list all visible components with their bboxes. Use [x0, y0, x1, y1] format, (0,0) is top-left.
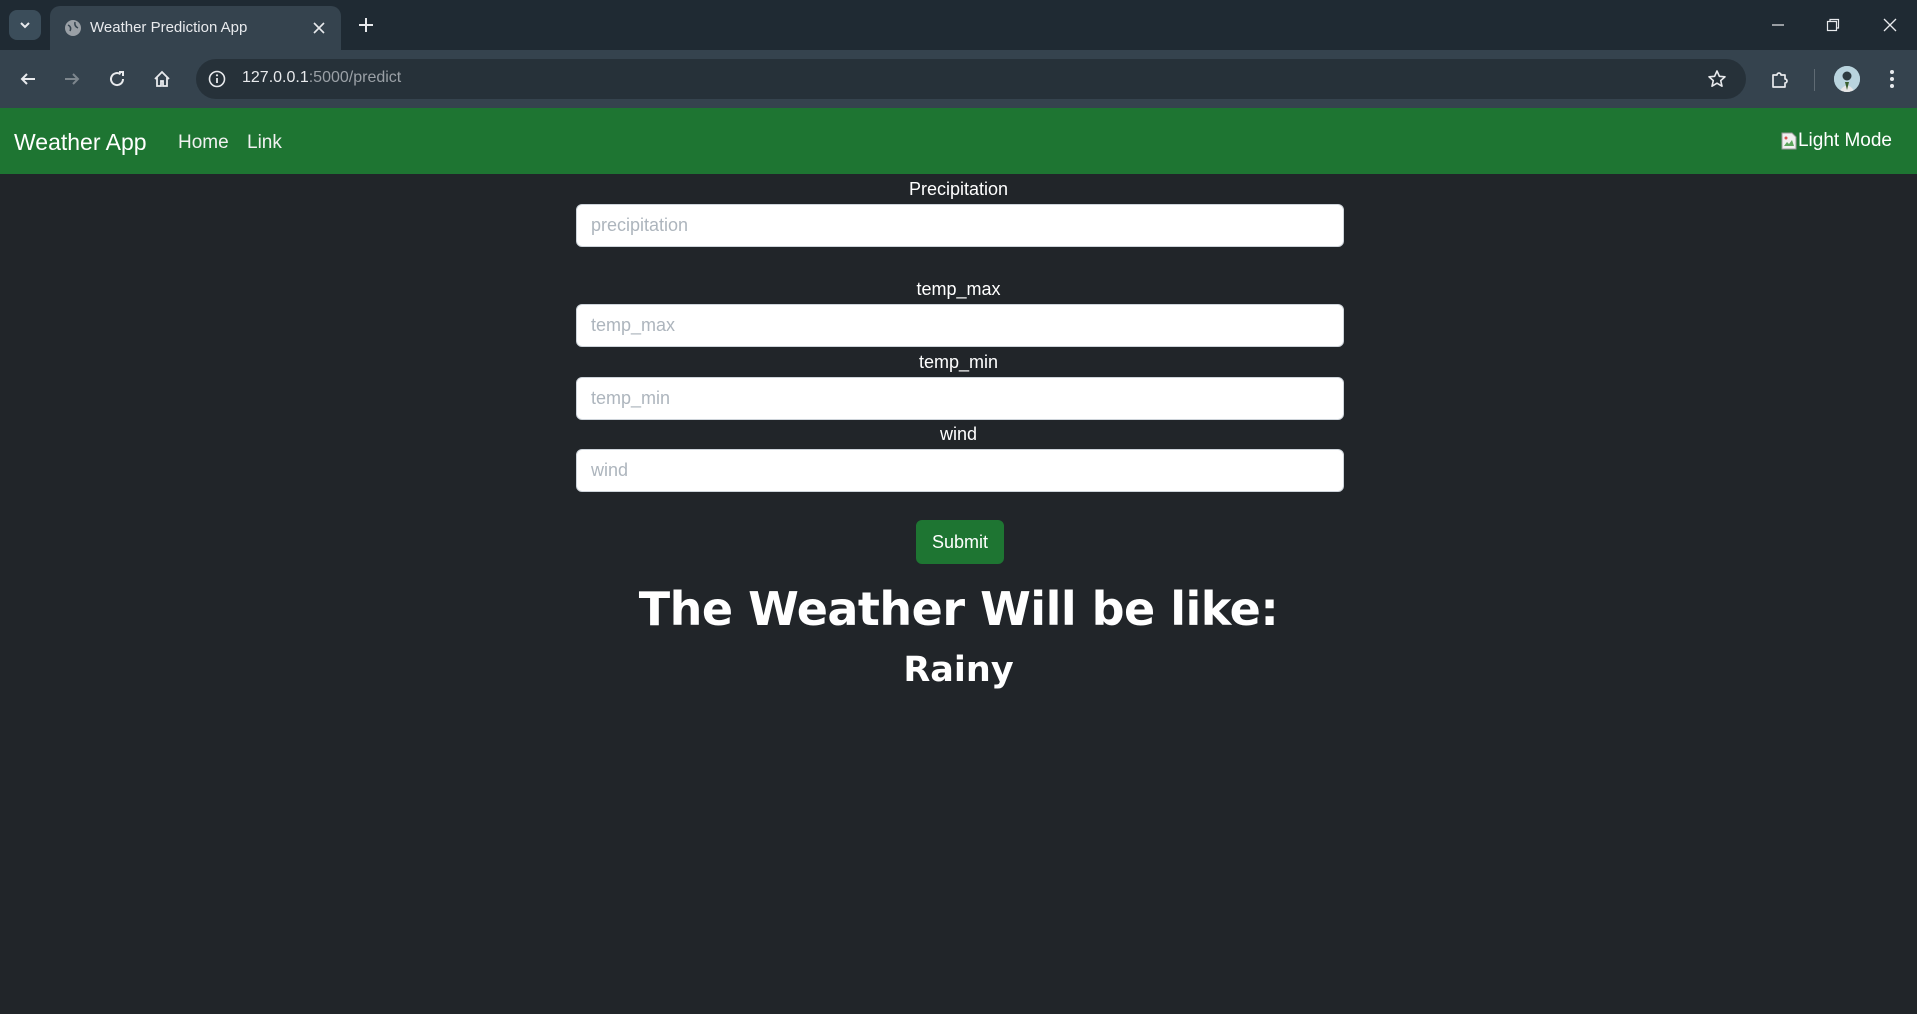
- nav-link-home[interactable]: Home: [178, 132, 229, 154]
- app-navbar: Weather App Home Link Light Mode: [0, 108, 1917, 174]
- forward-arrow-icon: [65, 73, 80, 85]
- reload-icon: [110, 71, 125, 87]
- temp-min-label: temp_min: [918, 352, 999, 372]
- submit-button[interactable]: Submit: [916, 520, 1004, 564]
- precipitation-input[interactable]: [576, 204, 1344, 247]
- extensions-button[interactable]: [1766, 65, 1794, 93]
- tab-search-button[interactable]: [9, 10, 41, 40]
- browser-tab-strip: Weather Prediction App: [0, 0, 1917, 50]
- close-window-button[interactable]: [1876, 11, 1904, 39]
- url-path: :5000/predict: [308, 69, 402, 86]
- browser-tab[interactable]: Weather Prediction App: [50, 6, 341, 50]
- wind-input[interactable]: [576, 449, 1344, 492]
- prediction-result: Rainy: [903, 650, 1014, 690]
- temp-min-input[interactable]: [576, 377, 1344, 420]
- info-icon: [208, 70, 226, 88]
- puzzle-icon: [1772, 72, 1788, 88]
- precipitation-label: Precipitation: [908, 179, 1009, 199]
- profile-avatar[interactable]: [1834, 66, 1860, 92]
- url-host: 127.0.0.1: [242, 69, 309, 86]
- restore-icon: [1826, 18, 1840, 32]
- temp-max-label: temp_max: [916, 279, 1001, 299]
- temp-max-input[interactable]: [576, 304, 1344, 347]
- navbar-brand[interactable]: Weather App: [14, 129, 147, 156]
- new-tab-button[interactable]: [354, 13, 378, 37]
- kebab-menu-icon: [1890, 70, 1894, 88]
- toolbar-divider: [1814, 69, 1815, 91]
- tab-close-button[interactable]: [309, 18, 329, 38]
- minimize-icon: [1772, 24, 1784, 26]
- reload-button[interactable]: [103, 65, 131, 93]
- address-bar[interactable]: 127.0.0.1:5000/predict: [196, 59, 1746, 99]
- back-button[interactable]: [14, 65, 42, 93]
- url-text: 127.0.0.1:5000/predict: [242, 69, 401, 87]
- home-button[interactable]: [148, 65, 176, 93]
- close-icon: [313, 22, 325, 34]
- back-arrow-icon: [20, 73, 35, 85]
- nav-link-link[interactable]: Link: [247, 132, 282, 154]
- restore-button[interactable]: [1819, 11, 1847, 39]
- light-mode-alt-text: Light Mode: [1797, 130, 1892, 151]
- minimize-button[interactable]: [1764, 11, 1792, 39]
- close-icon: [1883, 18, 1897, 32]
- star-icon: [1708, 70, 1726, 87]
- chevron-down-icon: [20, 22, 30, 29]
- plus-icon: [359, 18, 373, 32]
- bookmark-button[interactable]: [1706, 68, 1728, 90]
- broken-image-icon: [1781, 132, 1797, 150]
- home-icon: [154, 70, 170, 87]
- tab-title: Weather Prediction App: [90, 19, 248, 36]
- profile-avatar-icon: [1834, 66, 1860, 92]
- globe-icon: [65, 20, 81, 36]
- browser-toolbar: 127.0.0.1:5000/predict: [0, 50, 1917, 108]
- light-mode-toggle[interactable]: Light Mode: [1781, 128, 1892, 154]
- result-heading: The Weather Will be like:: [638, 582, 1279, 636]
- site-info-button[interactable]: [206, 68, 228, 90]
- wind-label: wind: [939, 424, 978, 444]
- forward-button[interactable]: [58, 65, 86, 93]
- browser-menu-button[interactable]: [1878, 65, 1906, 93]
